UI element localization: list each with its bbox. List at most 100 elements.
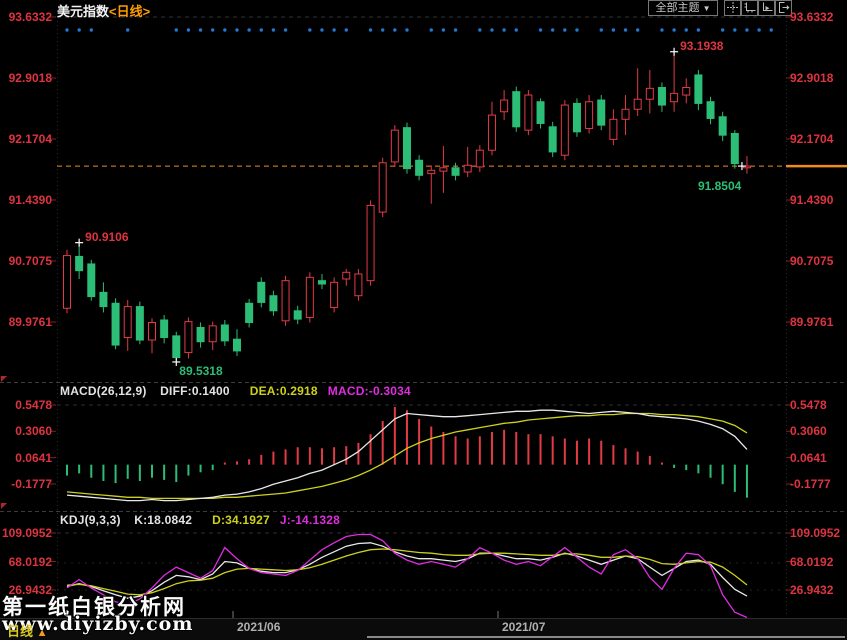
period-tag: <日线> <box>109 4 150 19</box>
timeline-dot <box>672 28 675 31</box>
candle-body <box>209 326 216 342</box>
candle-body <box>501 100 508 112</box>
macd-macd-value: MACD:-0.3034 <box>328 384 411 398</box>
candle-body <box>355 274 362 296</box>
kdj-k-value: K:18.0842 <box>134 513 192 527</box>
pane-resize-icon[interactable] <box>1 376 7 382</box>
timeline-dot <box>320 28 323 31</box>
candle-body <box>658 88 665 106</box>
timeline-dot <box>575 28 578 31</box>
theme-dropdown[interactable]: 全部主题 ▼ <box>648 0 718 16</box>
candle-body <box>513 92 520 127</box>
kdj-d-value: D:34.1927 <box>212 513 270 527</box>
timeline-dot <box>502 28 505 31</box>
candle-body <box>148 322 155 340</box>
candle-body <box>695 75 702 103</box>
timeline-dot <box>223 28 226 31</box>
candle-body <box>476 150 483 167</box>
timeline-dot <box>126 28 129 31</box>
timeline-dot <box>733 28 736 31</box>
timeline-dot <box>539 28 542 31</box>
pan-icon[interactable] <box>724 0 741 16</box>
timeline-dot <box>247 28 250 31</box>
timeline-dot <box>636 28 639 31</box>
candle-body <box>221 325 228 341</box>
candle-body <box>634 99 641 109</box>
candle-body <box>525 95 532 130</box>
candle-body <box>112 303 119 345</box>
candle-body <box>731 133 738 163</box>
candle-body <box>331 282 338 307</box>
candle-body <box>318 281 325 284</box>
axis-scale-icon[interactable] <box>741 0 758 16</box>
candle-body <box>403 128 410 169</box>
candle-body <box>124 307 131 338</box>
candle-body <box>391 130 398 162</box>
candle-body <box>379 163 386 212</box>
timeline-dot <box>478 28 481 31</box>
timeline-dot <box>405 28 408 31</box>
candle-body <box>586 102 593 129</box>
symbol-name: 美元指数 <box>57 4 109 19</box>
candle-body <box>464 165 471 172</box>
candle-body <box>343 272 350 279</box>
axis-shift-icon[interactable] <box>758 0 775 16</box>
candle-body <box>488 115 495 150</box>
candle-body <box>185 322 192 353</box>
timeline-dot <box>563 28 566 31</box>
candle-body <box>233 339 240 351</box>
timeline-dot <box>757 28 760 31</box>
macd-dea-value: DEA:0.2918 <box>250 384 318 398</box>
candle-body <box>88 264 95 297</box>
candle-body <box>294 311 301 319</box>
candle-body <box>136 307 143 340</box>
timeline-dot <box>697 28 700 31</box>
timeline-dot <box>600 28 603 31</box>
page-title: 美元指数<日线> <box>57 1 150 20</box>
candle-body <box>76 256 83 270</box>
candle-body <box>64 256 71 309</box>
candle-body <box>161 320 168 338</box>
tab-daily-label: 日线 <box>7 624 33 639</box>
timeline-dot <box>77 28 80 31</box>
candle-body <box>367 205 374 280</box>
candle-body <box>306 277 313 317</box>
timeline-dot <box>308 28 311 31</box>
exit-right-icon[interactable] <box>775 0 792 16</box>
timeline-dot <box>685 28 688 31</box>
macd-indicator-header: MACD(26,12,9) DIFF:0.1400DEA:0.2918MACD:… <box>60 384 421 398</box>
timeline-dot <box>65 28 68 31</box>
timeline-dot <box>175 28 178 31</box>
candle-body <box>282 281 289 321</box>
timeline-dot <box>345 28 348 31</box>
pane-resize-icon[interactable] <box>1 503 7 509</box>
timeline-dot <box>90 28 93 31</box>
candle-body <box>646 88 653 99</box>
chart-app-window: 美元指数<日线> 全部主题 ▼ MACD(26,12,9) DIFF:0.140… <box>0 0 847 640</box>
candle-body <box>452 168 459 176</box>
timeline-dot <box>721 28 724 31</box>
candle-body <box>610 119 617 139</box>
candle-body <box>622 109 629 119</box>
candle-body <box>549 127 556 152</box>
timeline-dot <box>332 28 335 31</box>
candle-body <box>573 103 580 131</box>
timeline-dot <box>660 28 663 31</box>
timeline-dot <box>235 28 238 31</box>
macd-diff-value: DIFF:0.1400 <box>160 384 230 398</box>
timeline-dot <box>430 28 433 31</box>
candle-body <box>416 160 423 175</box>
timeline-dot <box>515 28 518 31</box>
timeline-dot <box>624 28 627 31</box>
candle-body <box>173 336 180 358</box>
candle-body <box>671 93 678 101</box>
timeline-dot <box>260 28 263 31</box>
timeline-dot <box>369 28 372 31</box>
candle-body <box>197 327 204 341</box>
timeline-dot <box>272 28 275 31</box>
tab-daily-period[interactable]: 日线 ▲ <box>7 621 48 640</box>
chart-canvas[interactable] <box>0 0 847 640</box>
candle-body <box>428 170 435 173</box>
candle-body <box>440 168 447 171</box>
candle-body <box>258 282 265 302</box>
